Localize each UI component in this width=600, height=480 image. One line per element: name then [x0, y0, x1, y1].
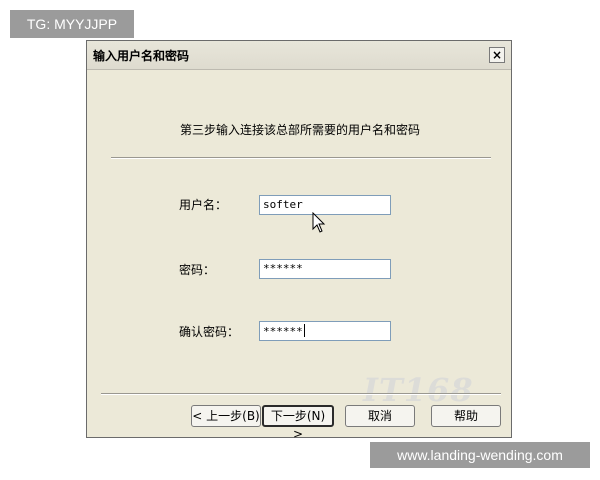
text-caret: [303, 324, 305, 337]
telegram-tag: TG: MYYJJPP: [10, 10, 134, 38]
back-button[interactable]: < 上一步(B): [191, 405, 261, 427]
password-input[interactable]: ******: [259, 259, 391, 279]
username-label: 用户名：: [179, 198, 228, 212]
title-bar[interactable]: 输入用户名和密码 ×: [87, 41, 511, 70]
dialog-title: 输入用户名和密码: [93, 49, 190, 63]
next-button[interactable]: 下一步(N) >: [262, 405, 334, 441]
confirm-password-value: ******: [263, 325, 303, 338]
confirm-password-input[interactable]: ******: [259, 321, 391, 341]
mouse-pointer-icon: [312, 212, 326, 233]
bottom-divider: [101, 393, 501, 395]
cancel-button[interactable]: 取消: [345, 405, 415, 427]
it168-logo: IT168: [363, 371, 474, 409]
watermark-url: www.landing-wending.com: [370, 442, 590, 468]
password-label: 密码：: [179, 263, 216, 277]
close-icon[interactable]: ×: [489, 47, 505, 63]
dialog-window: 输入用户名和密码 × 第三步输入连接该总部所需要的用户名和密码 用户名： sof…: [86, 40, 512, 441]
confirm-password-label: 确认密码：: [179, 325, 240, 339]
step-heading: 第三步输入连接该总部所需要的用户名和密码: [179, 123, 420, 137]
username-value: softer: [263, 198, 303, 211]
help-button[interactable]: 帮助: [431, 405, 501, 427]
top-divider: [111, 157, 491, 159]
password-value: ******: [263, 262, 303, 275]
